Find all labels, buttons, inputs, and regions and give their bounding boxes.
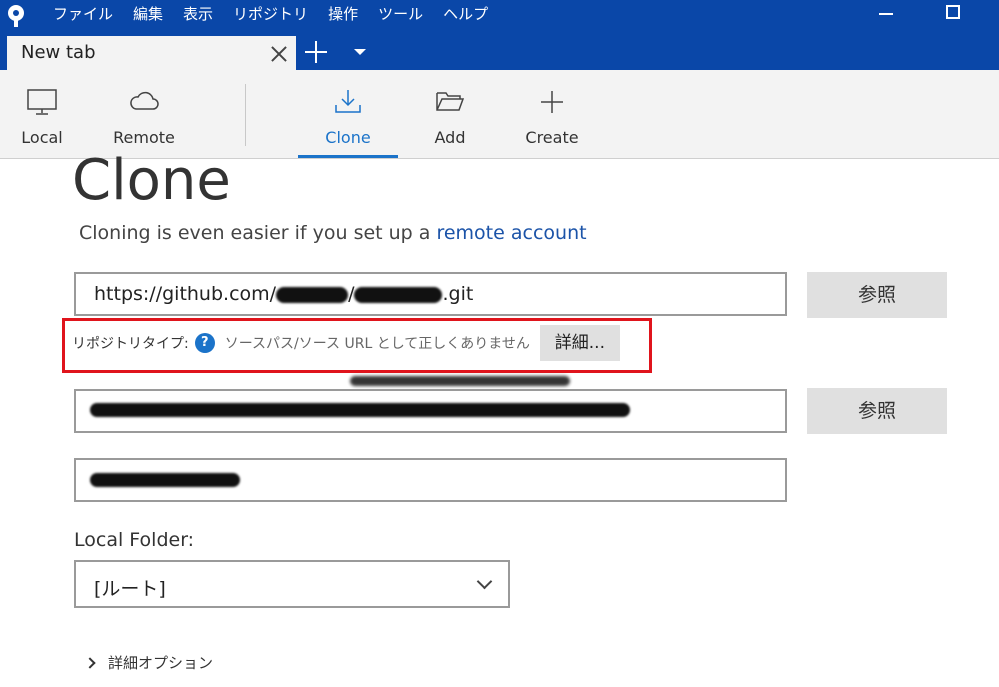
local-folder-label: Local Folder: — [74, 529, 195, 551]
tab-new-tab[interactable]: New tab — [7, 36, 296, 70]
repository-type-label: リポジトリタイプ: — [72, 336, 189, 352]
remote-label: Remote — [113, 128, 175, 147]
local-button[interactable]: Local — [0, 70, 92, 158]
page-title: Clone — [72, 148, 231, 213]
advanced-options-label: 詳細オプション — [108, 654, 214, 672]
chevron-down-icon[interactable] — [354, 49, 366, 55]
source-browse-button[interactable]: 参照 — [807, 272, 947, 318]
plus-icon — [541, 91, 563, 113]
minimize-button[interactable] — [878, 3, 894, 23]
destination-path-input[interactable] — [74, 389, 787, 433]
menu-view[interactable]: 表示 — [183, 4, 213, 24]
add-button[interactable]: Add — [400, 70, 500, 158]
menu-edit[interactable]: 編集 — [133, 4, 163, 24]
create-button[interactable]: Create — [502, 70, 602, 158]
local-label: Local — [21, 128, 63, 147]
source-url-suffix: .git — [442, 283, 474, 305]
menu-bar: ファイル 編集 表示 リポジトリ 操作 ツール ヘルプ — [53, 4, 508, 24]
help-icon[interactable]: ? — [194, 333, 215, 353]
repository-type-row: リポジトリタイプ: ? ソースパス/ソース URL として正しくありません 詳細… — [72, 325, 620, 361]
redacted-username — [276, 286, 349, 303]
redacted-destination-path — [90, 403, 630, 417]
repository-type-message: ソースパス/ソース URL として正しくありません — [224, 336, 530, 352]
details-button[interactable]: 詳細... — [539, 325, 620, 361]
source-url-input[interactable]: https://github.com// .git — [74, 272, 787, 316]
chevron-down-icon — [476, 573, 493, 590]
create-label: Create — [525, 128, 579, 147]
subtitle: Cloning is even easier if you set up a r… — [79, 222, 587, 244]
menu-tools[interactable]: ツール — [378, 4, 423, 24]
toolbar: Local Remote Clone Add Create — [0, 70, 999, 159]
repository-name-input[interactable] — [74, 458, 787, 502]
subtitle-text: Cloning is even easier if you set up a — [79, 222, 437, 244]
tab-strip: New tab — [0, 31, 999, 70]
download-icon — [335, 90, 361, 113]
clone-button[interactable]: Clone — [298, 70, 398, 158]
clone-label: Clone — [325, 128, 371, 147]
remote-account-link[interactable]: remote account — [436, 222, 586, 244]
menu-actions[interactable]: 操作 — [328, 4, 358, 24]
destination-browse-button[interactable]: 参照 — [807, 388, 947, 434]
maximize-button[interactable] — [946, 5, 960, 19]
source-url-value: https://github.com// .git — [94, 283, 473, 305]
folder-open-icon — [436, 92, 465, 111]
local-folder-select[interactable]: [ルート] — [74, 560, 510, 608]
cloud-icon — [130, 91, 159, 110]
menu-repository[interactable]: リポジトリ — [233, 4, 308, 24]
sourcetree-logo-icon — [8, 5, 24, 27]
menu-help[interactable]: ヘルプ — [443, 4, 488, 24]
add-label: Add — [434, 128, 466, 147]
redaction-mark — [350, 376, 570, 386]
tab-title: New tab — [21, 42, 96, 63]
menu-file[interactable]: ファイル — [53, 4, 113, 24]
remote-button[interactable]: Remote — [94, 70, 194, 158]
title-bar: ファイル 編集 表示 リポジトリ 操作 ツール ヘルプ — [0, 0, 999, 31]
source-url-prefix: https://github.com/ — [94, 283, 277, 305]
advanced-options-toggle[interactable]: 詳細オプション — [84, 652, 214, 673]
redacted-repository-name — [90, 473, 240, 487]
toolbar-divider — [245, 84, 246, 146]
close-icon[interactable] — [271, 46, 287, 62]
add-tab-icon[interactable] — [305, 41, 327, 63]
local-folder-value: [ルート] — [94, 578, 166, 600]
monitor-icon — [27, 89, 57, 115]
chevron-right-icon — [84, 656, 96, 669]
redacted-repo-name — [354, 286, 443, 303]
